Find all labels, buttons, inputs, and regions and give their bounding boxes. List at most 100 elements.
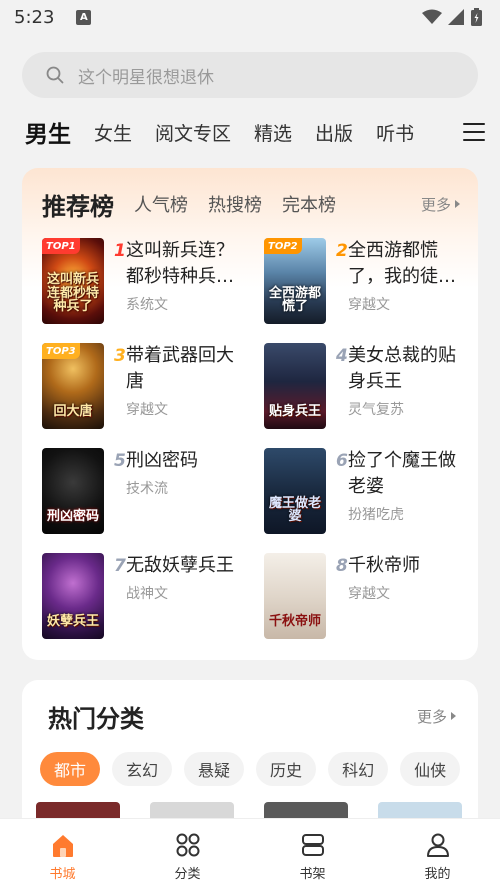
book-cover: 这叫新兵连都秒特种兵了 TOP1 <box>42 238 104 324</box>
book-cover: 贴身兵王 <box>264 343 326 429</box>
book-cover: 妖孽兵王 <box>42 553 104 639</box>
book-title: 无敌妖孽兵王 <box>126 555 234 576</box>
book-tag: 技术流 <box>126 481 168 497</box>
channel-tabs: 男生 女生 阅文专区 精选 出版 听书 <box>25 114 485 150</box>
rank-number: 8 <box>336 556 348 576</box>
hot-more-link[interactable]: 更多 <box>417 706 456 727</box>
cover-title: 全西游都慌了 <box>268 285 321 315</box>
book-item[interactable]: 妖孽兵王 7 无敌妖孽兵王 战神文 <box>42 553 252 643</box>
book-tag: 穿越文 <box>126 402 168 418</box>
top-badge: TOP2 <box>264 238 302 254</box>
book-item[interactable]: 回大唐 TOP3 3 带着武器回大唐 穿越文 <box>42 343 252 433</box>
book-cover: 千秋帝师 <box>264 553 326 639</box>
book-tag: 系统文 <box>126 297 168 313</box>
user-icon <box>426 833 449 857</box>
search-placeholder: 这个明星很想退休 <box>78 67 214 88</box>
grid-icon <box>176 833 199 857</box>
top-badge: TOP3 <box>42 343 80 359</box>
rank-number: 5 <box>114 451 126 471</box>
book-cover: 全西游都慌了 TOP2 <box>264 238 326 324</box>
book-title: 全西游都慌了，我的徒… <box>348 240 456 287</box>
chip-xianxia[interactable]: 仙侠 <box>400 752 461 786</box>
book-title: 美女总裁的贴身兵王 <box>348 345 456 392</box>
wifi-icon <box>422 9 442 24</box>
ranking-more-link[interactable]: 更多 <box>421 194 460 215</box>
rank-number: 3 <box>114 346 126 366</box>
book-title: 刑凶密码 <box>126 450 198 471</box>
category-chips: 都市 玄幻 悬疑 历史 科幻 仙侠 <box>40 752 461 786</box>
status-icons <box>422 8 482 26</box>
nav-profile[interactable]: 我的 <box>398 819 478 888</box>
hot-title: 热门分类 <box>48 704 144 733</box>
top-badge: TOP1 <box>42 238 80 254</box>
ranking-title: 推荐榜 <box>42 192 114 221</box>
nav-bookshelf[interactable]: 书架 <box>273 819 353 888</box>
cover-title: 魔王做老婆 <box>268 495 321 525</box>
book-tag: 扮猪吃虎 <box>348 507 404 523</box>
tab-popular[interactable]: 人气榜 <box>134 191 188 217</box>
chip-history[interactable]: 历史 <box>256 752 317 786</box>
rank-number: 1 <box>114 241 126 261</box>
bookshelf-icon <box>301 834 324 856</box>
book-item[interactable]: 魔王做老婆 6 捡了个魔王做老婆 扮猪吃虎 <box>264 448 474 538</box>
book-title: 千秋帝师 <box>348 555 420 576</box>
tab-audiobook[interactable]: 听书 <box>376 119 414 146</box>
nav-bookstore[interactable]: 书城 <box>23 819 103 888</box>
more-label: 更多 <box>416 707 447 726</box>
more-label: 更多 <box>420 195 451 214</box>
chevron-right-icon <box>455 200 460 208</box>
nav-label: 分类 <box>174 867 201 882</box>
chip-fantasy[interactable]: 玄幻 <box>112 752 173 786</box>
cover-title: 贴身兵王 <box>268 404 321 420</box>
book-cover: 回大唐 TOP3 <box>42 343 104 429</box>
rank-number: 2 <box>336 241 348 261</box>
book-title: 这叫新兵连？都秒特种兵… <box>126 240 234 287</box>
chip-scifi[interactable]: 科幻 <box>328 752 389 786</box>
book-tag: 穿越文 <box>348 586 390 602</box>
nav-label: 书城 <box>49 867 76 882</box>
book-tag: 战神文 <box>126 586 168 602</box>
tab-hot-search[interactable]: 热搜榜 <box>208 191 262 217</box>
menu-icon[interactable] <box>463 123 485 141</box>
chip-mystery[interactable]: 悬疑 <box>184 752 245 786</box>
nav-category[interactable]: 分类 <box>148 819 228 888</box>
book-cover: 刑凶密码 <box>42 448 104 534</box>
status-bar: 5:23 A <box>0 0 500 34</box>
signal-icon <box>448 9 464 25</box>
status-time: 5:23 <box>14 6 55 28</box>
cover-title: 妖孽兵王 <box>46 614 99 630</box>
search-bar[interactable]: 这个明星很想退休 <box>22 52 478 98</box>
cover-title: 这叫新兵连都秒特种兵了 <box>46 272 99 315</box>
chip-urban[interactable]: 都市 <box>40 752 101 786</box>
book-item[interactable]: 千秋帝师 8 千秋帝师 穿越文 <box>264 553 474 643</box>
book-tag: 穿越文 <box>348 297 390 313</box>
book-title: 捡了个魔王做老婆 <box>348 450 456 497</box>
rank-number: 4 <box>336 346 348 366</box>
book-cover: 魔王做老婆 <box>264 448 326 534</box>
cover-title: 刑凶密码 <box>46 509 99 525</box>
tab-female[interactable]: 女生 <box>94 119 132 146</box>
chevron-right-icon <box>451 712 456 720</box>
book-title: 带着武器回大唐 <box>126 345 234 392</box>
ranking-card: 推荐榜 人气榜 热搜榜 完本榜 更多 这叫新兵连都秒特种兵了 TOP1 1 这叫… <box>22 168 478 660</box>
book-item[interactable]: 贴身兵王 4 美女总裁的贴身兵王 灵气复苏 <box>264 343 474 433</box>
tab-male[interactable]: 男生 <box>25 115 71 149</box>
nav-label: 书架 <box>299 867 326 882</box>
book-item[interactable]: 这叫新兵连都秒特种兵了 TOP1 1 这叫新兵连？都秒特种兵… 系统文 <box>42 238 252 328</box>
cover-title: 回大唐 <box>53 404 93 420</box>
book-item[interactable]: 全西游都慌了 TOP2 2 全西游都慌了，我的徒… 穿越文 <box>264 238 474 328</box>
rank-number: 6 <box>336 451 348 471</box>
home-icon <box>52 835 73 857</box>
book-item[interactable]: 刑凶密码 5 刑凶密码 技术流 <box>42 448 252 538</box>
hot-categories-card: 热门分类 更多 都市 玄幻 悬疑 历史 科幻 仙侠 <box>22 680 478 840</box>
cover-title: 千秋帝师 <box>268 614 321 630</box>
a-icon: A <box>76 9 92 25</box>
tab-yuewen[interactable]: 阅文专区 <box>155 119 231 146</box>
hot-header: 热门分类 更多 <box>48 698 456 734</box>
search-icon <box>46 66 64 84</box>
tab-completed[interactable]: 完本榜 <box>282 191 336 217</box>
tab-featured[interactable]: 精选 <box>254 119 292 146</box>
nav-label: 我的 <box>424 867 451 882</box>
tab-publish[interactable]: 出版 <box>315 119 353 146</box>
bottom-nav: 书城 分类 书架 我的 <box>0 818 500 888</box>
